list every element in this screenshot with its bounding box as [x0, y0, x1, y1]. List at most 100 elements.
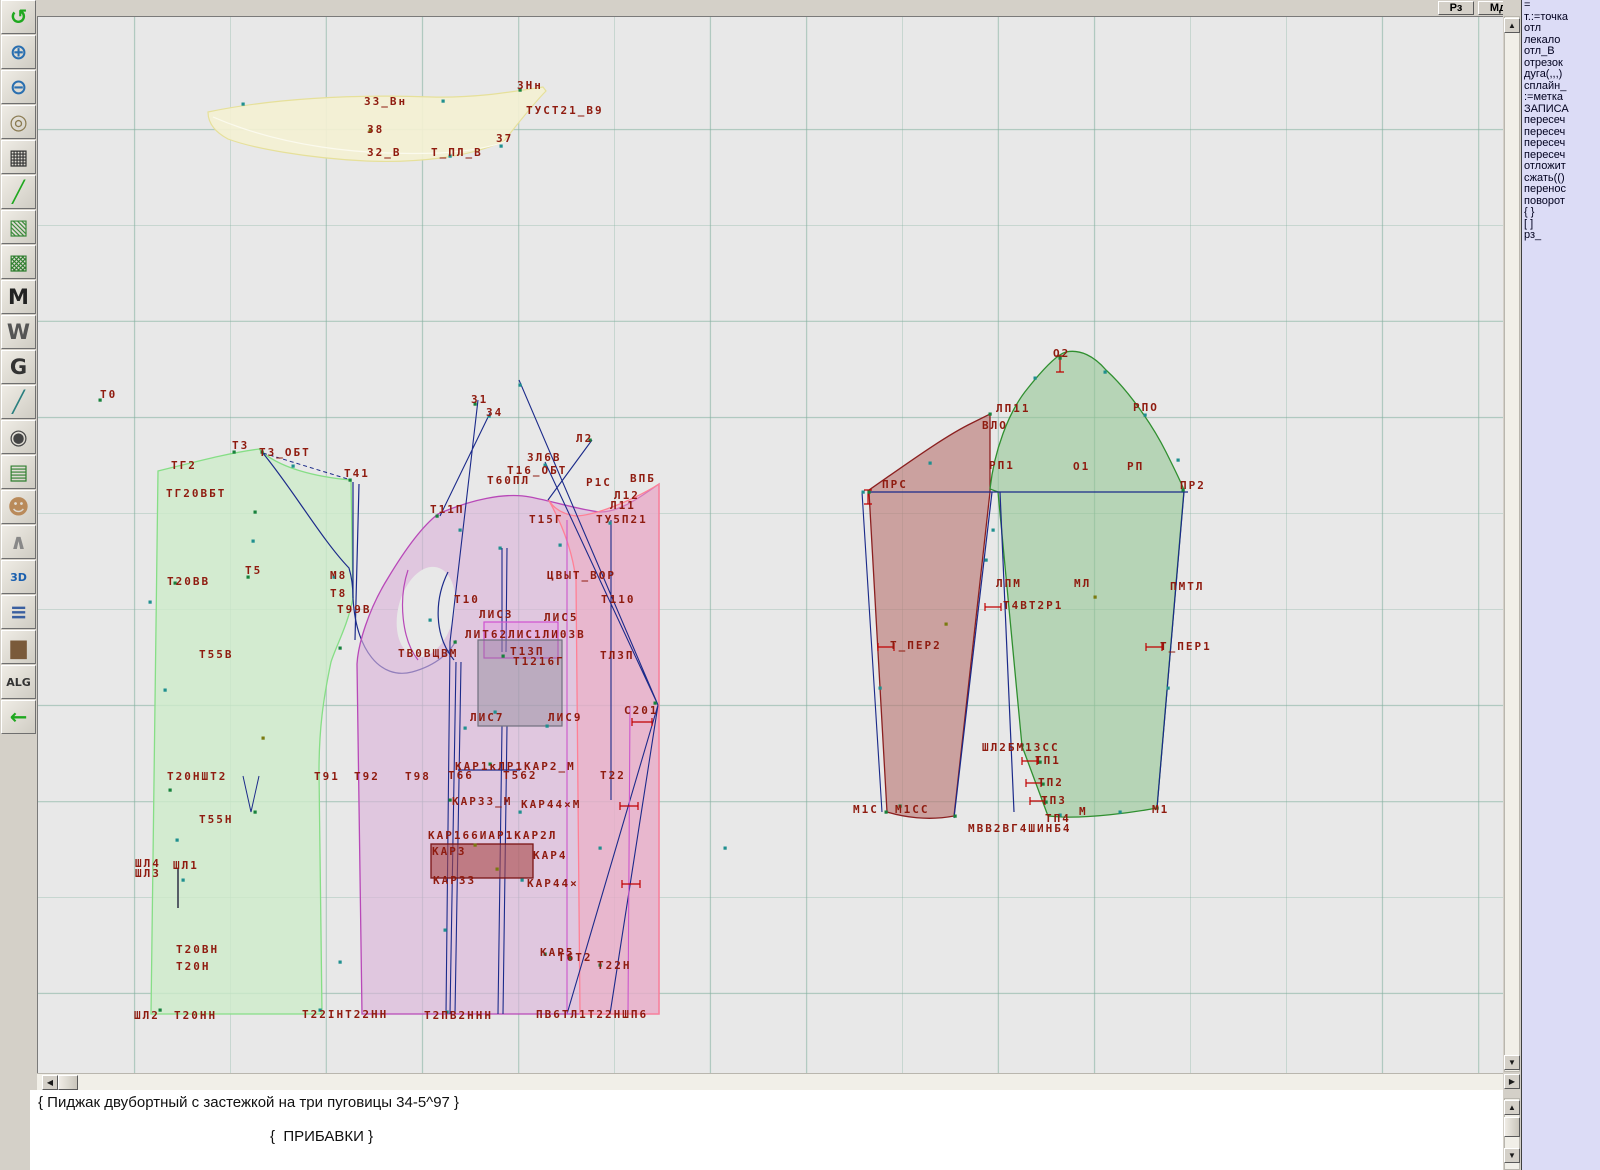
point-label: Т20ВВ	[167, 576, 210, 587]
image-button[interactable]: ▧	[1, 210, 36, 244]
3d-button[interactable]: 3D	[1, 560, 36, 594]
scroll-left-icon[interactable]: ◀	[42, 1075, 58, 1090]
point-label: Т20НН	[174, 1010, 217, 1021]
sidebar-command-item[interactable]: ЗАПИСА	[1522, 104, 1600, 116]
horizontal-scrollbar[interactable]: ◀	[37, 1073, 1503, 1091]
sidebar-command-item[interactable]: лекало	[1522, 35, 1600, 47]
point-marker	[444, 929, 447, 932]
point-marker	[879, 687, 882, 690]
text-scroll-down-icon[interactable]: ▼	[1504, 1148, 1520, 1163]
list-doc-button[interactable]: ≡	[1, 595, 36, 629]
image-icon: ▧	[9, 217, 29, 238]
point-label: ТП3	[1041, 795, 1067, 806]
point-marker	[724, 847, 727, 850]
sidebar-command-item[interactable]: сплайн_	[1522, 81, 1600, 93]
point-label: Т98	[405, 771, 431, 782]
compass-w-icon: W	[7, 322, 30, 343]
list-doc-icon: ≡	[10, 602, 28, 623]
scroll-right-icon[interactable]: ▶	[1504, 1074, 1520, 1089]
alg-button[interactable]: ALG	[1, 665, 36, 699]
books-button[interactable]: ▆	[1, 630, 36, 664]
zoom-out-button[interactable]: ⊖	[1, 70, 36, 104]
pattern-canvas[interactable]: З3_ВнЗНнТУСТ21_В9З837З2_ВТ_ПЛ_ВТ0Т3Т3_ОБ…	[37, 16, 1503, 1090]
point-marker	[454, 641, 457, 644]
point-label: ЦВЫТ_ВОР	[547, 570, 616, 581]
sidebar-command-item[interactable]: пересеч	[1522, 115, 1600, 127]
zoom-piece-button[interactable]: ◎	[1, 105, 36, 139]
point-marker	[242, 103, 245, 106]
sidebar-command-item[interactable]: т.:=точка	[1522, 12, 1600, 24]
point-label: З8	[367, 124, 384, 135]
point-label: З1	[471, 394, 488, 405]
grading-g-button[interactable]: G	[1, 350, 36, 384]
status-line-pribavki: { ПРИБАВКИ }	[270, 1128, 373, 1145]
point-label: Т4ВТ2Р1	[1003, 600, 1063, 611]
sidebar-command-item[interactable]: :=метка	[1522, 92, 1600, 104]
point-label: КАР44×	[527, 878, 579, 889]
text-scroll-thumb[interactable]	[1504, 1117, 1520, 1137]
point-label: ТП2	[1038, 777, 1064, 788]
point-marker	[989, 413, 992, 416]
sidebar-command-item[interactable]: рз_	[1522, 230, 1600, 242]
point-marker	[442, 100, 445, 103]
scroll-down-icon[interactable]: ▼	[1504, 1055, 1520, 1070]
segment-button[interactable]: ╱	[1, 175, 36, 209]
point-label: Т22	[600, 770, 626, 781]
sidebar-command-item[interactable]: отрезок	[1522, 58, 1600, 70]
sidebar-command-item[interactable]: пересеч	[1522, 127, 1600, 139]
undersleeve-piece[interactable]	[862, 414, 990, 818]
status-line-description: { Пиджак двубортный с застежкой на три п…	[38, 1094, 459, 1111]
point-label: Т22IНТ22НН	[302, 1009, 388, 1020]
compass-w-button[interactable]: W	[1, 315, 36, 349]
point-label: Л11	[610, 500, 636, 511]
grid-button[interactable]: ▦	[1, 140, 36, 174]
sidebar-command-item[interactable]: пересеч	[1522, 150, 1600, 162]
point-label: Т5	[245, 565, 262, 576]
alg-icon: ALG	[6, 677, 31, 688]
modeling-m-button[interactable]: M	[1, 280, 36, 314]
zoom-in-button[interactable]: ⊕	[1, 35, 36, 69]
hscroll-thumb[interactable]	[58, 1075, 78, 1090]
point-label: Т562	[503, 770, 538, 781]
sidebar-command-item[interactable]: отл	[1522, 23, 1600, 35]
point-label: С201	[624, 705, 659, 716]
sidebar-command-item[interactable]: поворот	[1522, 196, 1600, 208]
sidebar-command-item[interactable]: отложит	[1522, 161, 1600, 173]
portrait-button[interactable]: ☻	[1, 490, 36, 524]
right-scroll-rail: ▲ ▼ ▶ ▲ ▼	[1503, 0, 1521, 1170]
point-marker	[464, 727, 467, 730]
table-doc-button[interactable]: ▤	[1, 455, 36, 489]
text-scroll-up-icon[interactable]: ▲	[1504, 1100, 1520, 1115]
3d-icon: 3D	[10, 572, 27, 583]
garment-button[interactable]: ∧	[1, 525, 36, 559]
rz-button[interactable]: Рз	[1438, 1, 1474, 15]
point-label: Л2	[576, 433, 593, 444]
point-label: ЛПМ	[996, 578, 1022, 589]
sidebar-command-item[interactable]: дуга(,,,)	[1522, 69, 1600, 81]
sidebar-command-item[interactable]: =	[1522, 0, 1600, 12]
point-marker	[546, 725, 549, 728]
point-marker	[1094, 596, 1097, 599]
piece-view-button[interactable]: ▩	[1, 245, 36, 279]
exit-button[interactable]: ←	[1, 700, 36, 734]
undo-button[interactable]: ↺	[1, 0, 36, 34]
table-doc-icon: ▤	[9, 462, 29, 483]
sidebar-command-item[interactable]: сжать(()	[1522, 173, 1600, 185]
scroll-up-icon[interactable]: ▲	[1504, 18, 1520, 33]
sidebar-command-item[interactable]: пересеч	[1522, 138, 1600, 150]
point-label: Т_ПЕР2	[890, 640, 942, 651]
camera-button[interactable]: ◉	[1, 420, 36, 454]
point-label: Т3	[232, 440, 249, 451]
point-label: ЗЛ6В	[527, 452, 562, 463]
point-marker	[474, 844, 477, 847]
books-icon: ▆	[10, 637, 26, 658]
point-label: Т41	[344, 468, 370, 479]
sidebar-command-item[interactable]: отл_В	[1522, 46, 1600, 58]
sidebar-command-item[interactable]: перенос	[1522, 184, 1600, 196]
ruler-button[interactable]: ╱	[1, 385, 36, 419]
exit-icon: ←	[10, 707, 28, 728]
point-marker	[985, 559, 988, 562]
sidebar-command-item[interactable]: [ ]	[1522, 219, 1600, 231]
grading-g-icon: G	[10, 357, 27, 378]
sidebar-command-item[interactable]: { }	[1522, 207, 1600, 219]
